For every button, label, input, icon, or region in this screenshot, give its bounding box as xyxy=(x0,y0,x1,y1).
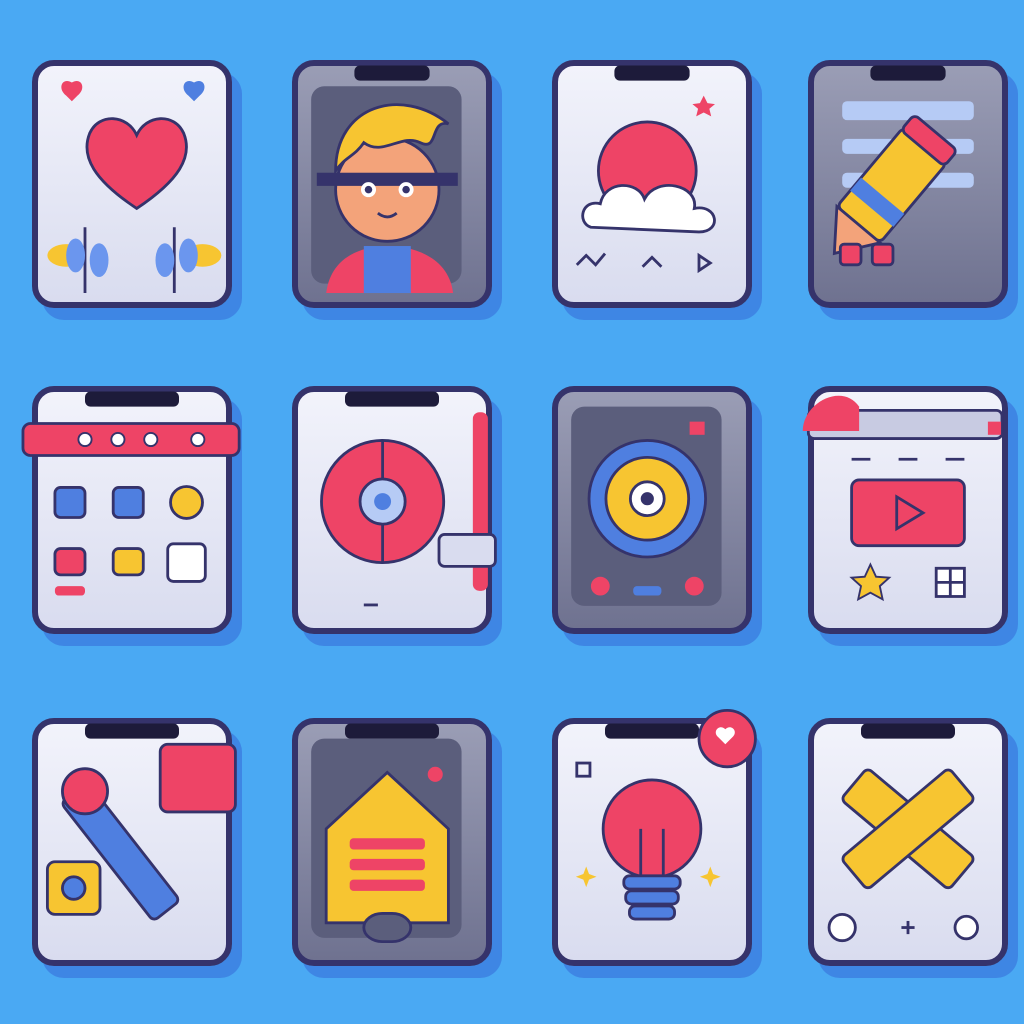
app-card-calendar[interactable] xyxy=(21,386,241,634)
app-card-brush[interactable] xyxy=(32,718,237,966)
video-play-icon xyxy=(802,395,1004,602)
app-card-pencil[interactable] xyxy=(808,60,1008,308)
pencil-icon xyxy=(832,65,974,267)
calendar-grid-icon xyxy=(21,391,241,596)
camera-lens-icon xyxy=(571,406,722,606)
house-icon xyxy=(311,723,462,944)
app-card-lightbulb[interactable] xyxy=(552,708,757,966)
brush-icon xyxy=(45,723,237,921)
app-card-weather[interactable] xyxy=(552,60,752,308)
app-card-video[interactable] xyxy=(802,386,1008,634)
avatar-boy-icon xyxy=(311,65,462,294)
app-card-record[interactable] xyxy=(292,386,497,634)
cross-tools-icon xyxy=(827,723,979,943)
gear-cloud-icon xyxy=(575,65,716,274)
app-card-heart[interactable] xyxy=(32,60,232,308)
app-card-avatar[interactable] xyxy=(292,60,492,308)
lightbulb-icon xyxy=(575,708,757,921)
heart-icon xyxy=(47,80,222,294)
app-card-house[interactable] xyxy=(292,718,492,966)
record-disc-icon xyxy=(320,391,497,607)
app-card-camera[interactable] xyxy=(552,386,752,634)
app-card-cross[interactable] xyxy=(808,718,1008,966)
